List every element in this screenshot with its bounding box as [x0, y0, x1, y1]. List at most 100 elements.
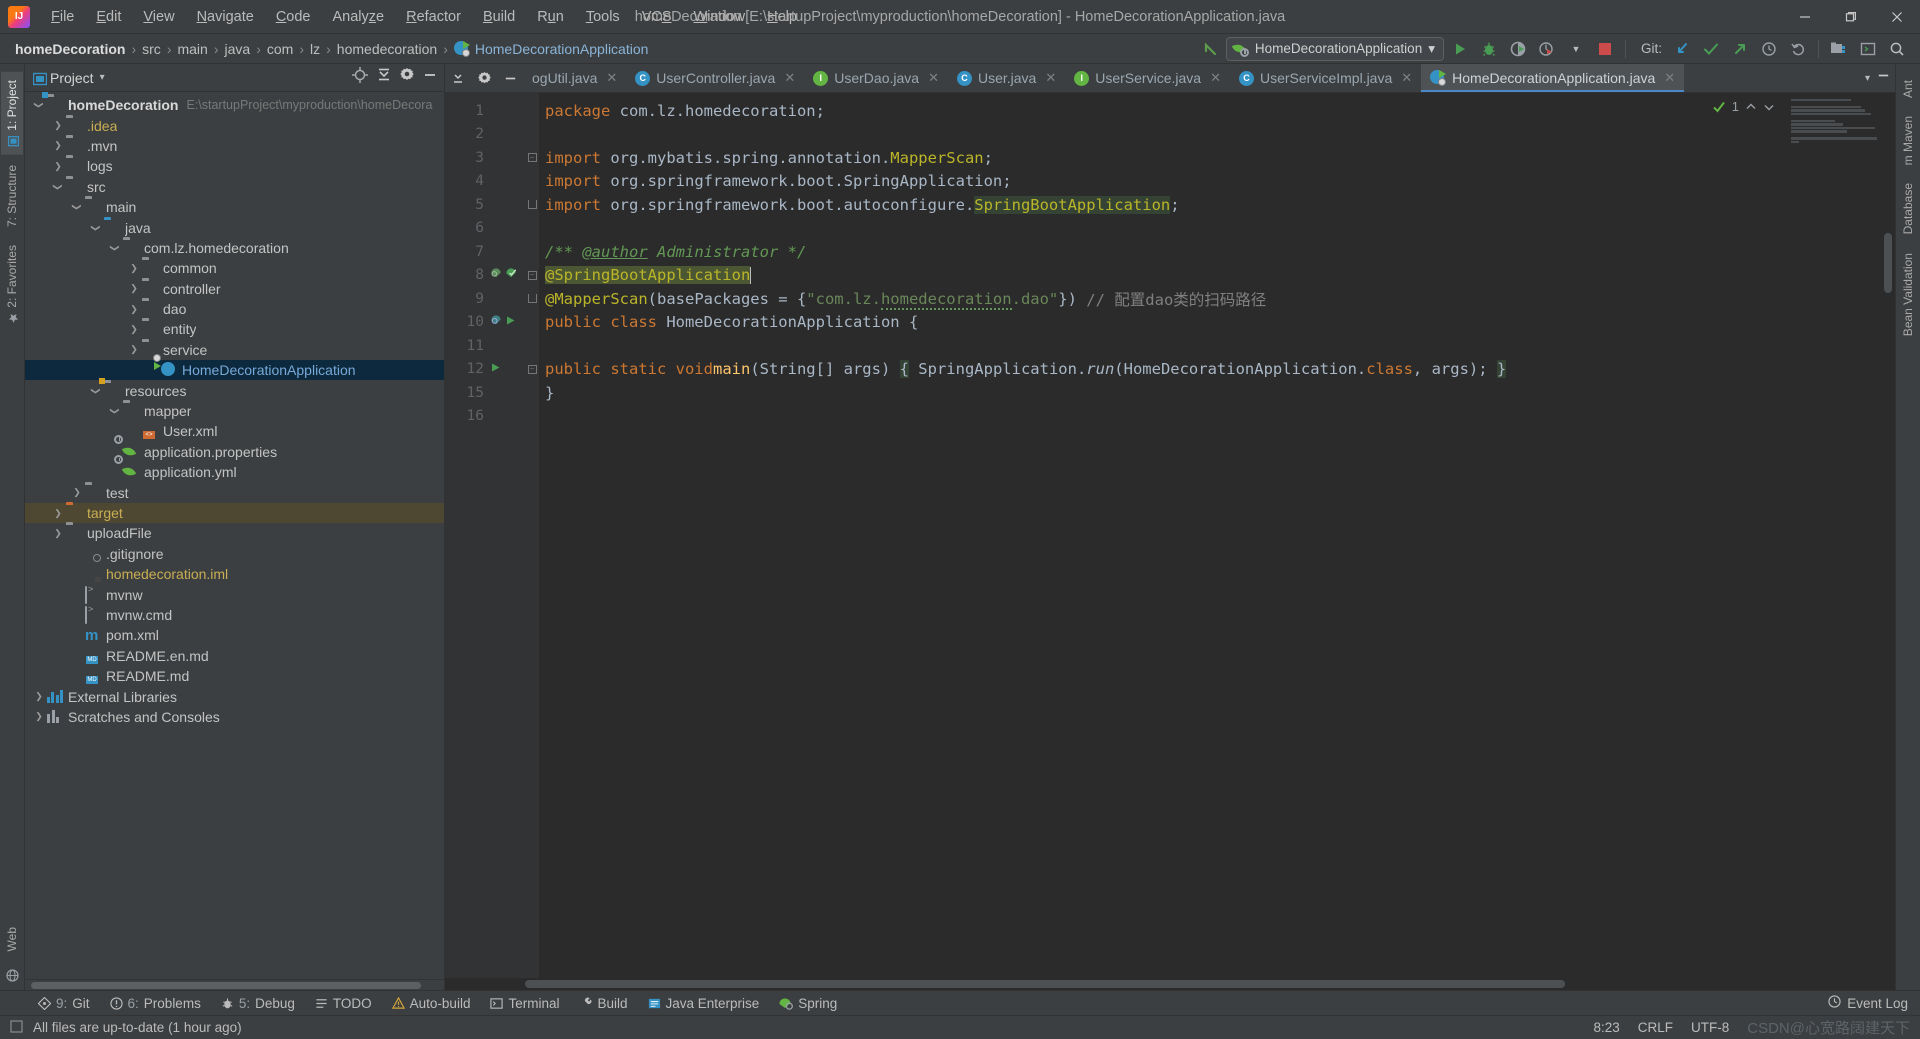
- tree-node-homedecoration[interactable]: ❯ homeDecoration E:\startupProject\myprodu…: [25, 92, 444, 115]
- settings-icon[interactable]: [399, 67, 415, 88]
- run-configuration-selector[interactable]: HomeDecorationApplication ▾: [1225, 36, 1444, 61]
- menu-edit[interactable]: Edit: [85, 5, 132, 29]
- editor-tab-ogutil-java[interactable]: ogUtil.java ✕: [523, 64, 626, 92]
- code-line[interactable]: package com.lz.homedecoration;: [539, 99, 1785, 123]
- code-line[interactable]: public static void main (String[] args) {…: [539, 358, 1785, 382]
- tree-node-idea[interactable]: ❯ .idea: [25, 115, 444, 135]
- chevron-down-icon[interactable]: ▾: [100, 72, 105, 83]
- gutter-line[interactable]: 7: [445, 240, 525, 264]
- editor-tabs-overflow[interactable]: ▾: [1859, 64, 1895, 92]
- bean-icon[interactable]: [490, 314, 503, 331]
- hide-icon[interactable]: [497, 64, 523, 92]
- menu-navigate[interactable]: Navigate: [186, 5, 265, 29]
- editor-tab-userdao-java[interactable]: I UserDao.java ✕: [804, 64, 948, 92]
- tree-node-scratches-and-consoles[interactable]: ❯ Scratches and Consoles: [25, 707, 444, 727]
- tree-node-resources[interactable]: ❯ resources: [25, 377, 444, 400]
- tree-node-mvn[interactable]: ❯ .mvn: [25, 136, 444, 156]
- code-line[interactable]: }: [539, 381, 1785, 405]
- tree-node-application-yml[interactable]: application.yml: [25, 455, 444, 482]
- file-encoding[interactable]: UTF-8: [1691, 1020, 1729, 1035]
- breadcrumb-item-5[interactable]: lz: [305, 39, 325, 59]
- project-structure-icon[interactable]: [1826, 37, 1852, 61]
- menu-help[interactable]: Help: [756, 5, 808, 29]
- code-line[interactable]: public class HomeDecorationApplication {: [539, 311, 1785, 335]
- tool-window-todo[interactable]: TODO: [305, 993, 382, 1014]
- chevron-down-icon[interactable]: ❯: [52, 181, 64, 193]
- tree-node-java[interactable]: ❯ java: [25, 217, 444, 237]
- chevron-down-icon[interactable]: ❯: [71, 201, 83, 213]
- sidebar-item-web[interactable]: Web: [1, 919, 23, 959]
- debug-icon[interactable]: [1476, 37, 1502, 61]
- gutter-marks[interactable]: [487, 361, 521, 377]
- breadcrumb-item-1[interactable]: src: [137, 39, 166, 59]
- editor-tab-bar[interactable]: ogUtil.java ✕ C UserController.java ✕ I UserDa…: [445, 64, 1895, 93]
- breadcrumb-item-3[interactable]: java: [220, 39, 256, 59]
- tree-node-user-xml[interactable]: <> User.xml: [25, 421, 444, 441]
- chevron-down-icon[interactable]: ❯: [109, 405, 121, 417]
- fold-marker-slot[interactable]: [525, 123, 539, 147]
- menu-build[interactable]: Build: [472, 5, 526, 29]
- breadcrumb[interactable]: homeDecoration › src › main › java › com…: [10, 39, 653, 59]
- code-line[interactable]: [539, 334, 1785, 358]
- tree-node-common[interactable]: ❯ common: [25, 258, 444, 278]
- editor-tab-userserviceimpl-java[interactable]: C UserServiceImpl.java ✕: [1230, 64, 1421, 92]
- code-text[interactable]: package com.lz.homedecoration; import org…: [539, 93, 1785, 978]
- tool-window-git[interactable]: 9: Git: [28, 993, 100, 1014]
- gutter-line[interactable]: 16: [445, 405, 525, 429]
- chevron-right-icon[interactable]: ❯: [128, 262, 140, 274]
- gutter-line[interactable]: 6: [445, 217, 525, 241]
- tool-window-build[interactable]: Build: [569, 993, 637, 1014]
- close-icon[interactable]: ✕: [928, 70, 939, 86]
- code-line[interactable]: import org.mybatis.spring.annotation. Map…: [539, 146, 1785, 170]
- collapse-all-icon[interactable]: [376, 67, 392, 88]
- fold-marker-slot[interactable]: [525, 287, 539, 311]
- chevron-right-icon[interactable]: ❯: [52, 140, 64, 152]
- chevron-right-icon[interactable]: ❯: [128, 303, 140, 315]
- stop-icon[interactable]: [1592, 37, 1618, 61]
- git-rollback-icon[interactable]: [1785, 37, 1811, 61]
- tree-node-logs[interactable]: ❯ logs: [25, 156, 444, 176]
- gutter-line[interactable]: 12: [445, 358, 525, 382]
- chevron-right-icon[interactable]: ❯: [33, 691, 45, 703]
- close-icon[interactable]: ✕: [1664, 70, 1675, 86]
- fold-end-icon[interactable]: [527, 294, 537, 304]
- locate-icon[interactable]: [351, 66, 369, 89]
- menu-view[interactable]: View: [132, 5, 185, 29]
- chevron-right-icon[interactable]: ❯: [52, 120, 64, 132]
- globe-icon[interactable]: [2, 961, 23, 990]
- scrollbar-thumb[interactable]: [525, 980, 1565, 988]
- chevron-down-icon[interactable]: ❯: [33, 99, 45, 111]
- chevron-right-icon[interactable]: ❯: [128, 283, 140, 295]
- close-icon[interactable]: ✕: [784, 70, 795, 86]
- tool-window-problems[interactable]: 6: Problems: [100, 993, 211, 1014]
- tool-window-java-enterprise[interactable]: Java Enterprise: [638, 993, 770, 1014]
- fold-marker-slot[interactable]: [525, 240, 539, 264]
- breadcrumb-item-2[interactable]: main: [172, 39, 212, 59]
- fold-collapse-icon[interactable]: −: [527, 270, 537, 280]
- tree-node-application-properties[interactable]: application.properties: [25, 434, 444, 462]
- gutter-marks[interactable]: [487, 267, 521, 284]
- chevron-down-icon[interactable]: ❯: [109, 242, 121, 254]
- fold-marker-slot[interactable]: −: [525, 264, 539, 288]
- tree-node-gitignore[interactable]: .gitignore: [25, 544, 444, 564]
- breadcrumb-item-0[interactable]: homeDecoration: [10, 39, 130, 59]
- fold-marker-slot[interactable]: [525, 405, 539, 429]
- gutter-line[interactable]: 15: [445, 381, 525, 405]
- event-log-button[interactable]: Event Log: [1828, 995, 1920, 1011]
- tool-window-bar[interactable]: 9: Git 6: Problems 5: Debug TODO Auto-build Term…: [0, 990, 1920, 1015]
- tree-node-pom-xml[interactable]: m pom.xml: [25, 625, 444, 645]
- breadcrumb-current-file[interactable]: HomeDecorationApplication: [449, 39, 654, 59]
- minimize-button[interactable]: [1782, 0, 1828, 34]
- tree-node-test[interactable]: ❯ test: [25, 482, 444, 502]
- fold-marker-slot[interactable]: [525, 381, 539, 405]
- fold-marker-slot[interactable]: [525, 334, 539, 358]
- code-line[interactable]: @SpringBootApplication: [539, 264, 1785, 288]
- code-line[interactable]: @MapperScan (basePackages = {"com.lz.home…: [539, 287, 1785, 311]
- git-update-icon[interactable]: [1669, 37, 1695, 61]
- sidebar-item-structure[interactable]: 7: Structure: [1, 157, 23, 235]
- menu-tools[interactable]: Tools: [575, 5, 631, 29]
- tree-node-entity[interactable]: ❯ entity: [25, 319, 444, 339]
- editor-hscrollbar[interactable]: [445, 978, 1895, 990]
- sidebar-item-bean-validation[interactable]: Bean Validation: [1897, 245, 1919, 344]
- scrollbar-thumb[interactable]: [31, 982, 421, 989]
